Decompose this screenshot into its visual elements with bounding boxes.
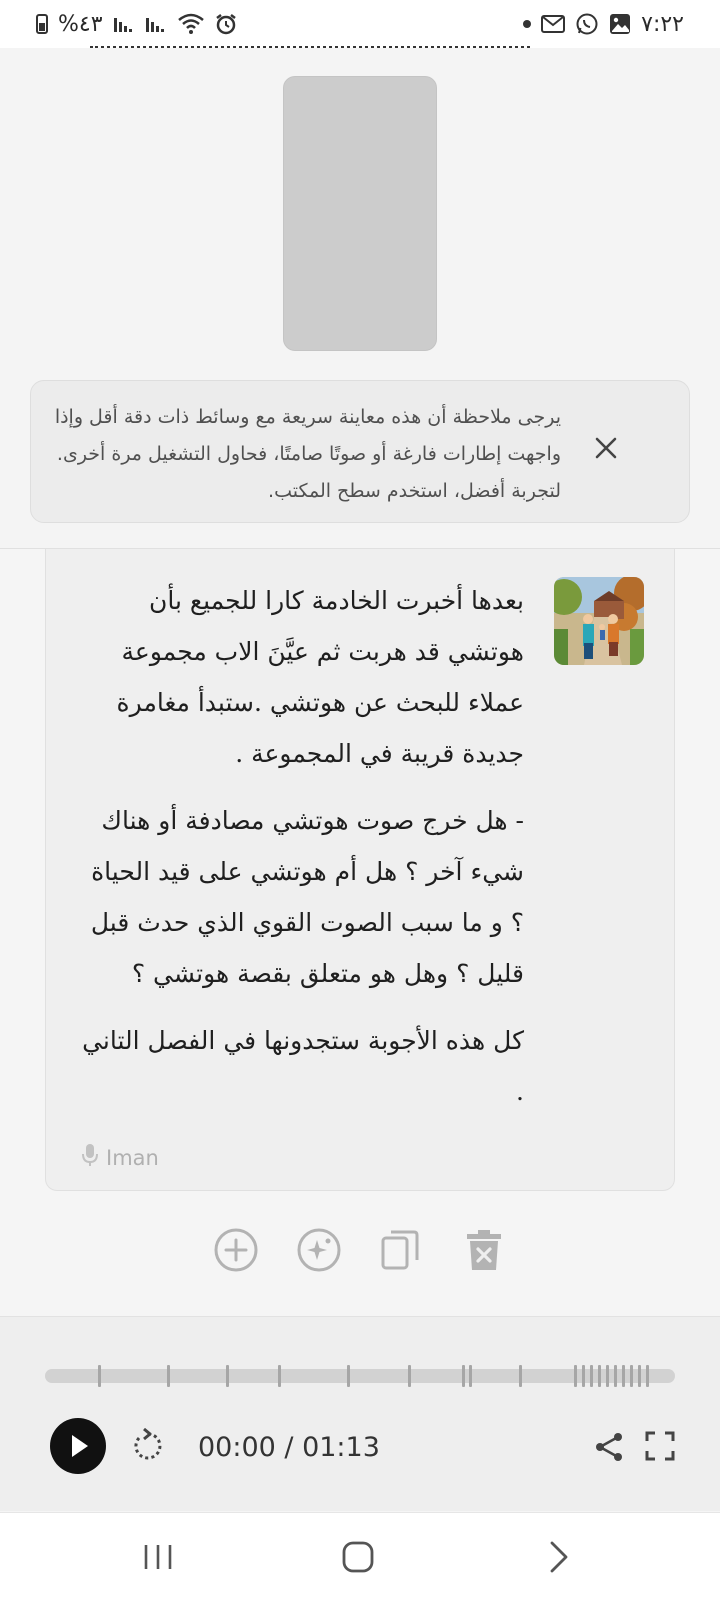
gmail-icon [541, 14, 566, 34]
status-right: ٧:٢٢ [523, 12, 684, 37]
chapter-marker [347, 1365, 350, 1387]
magic-sparkle-icon[interactable] [295, 1226, 343, 1274]
chapter-marker [598, 1365, 601, 1387]
notification-dot-icon [523, 20, 532, 28]
battery-icon [36, 14, 48, 34]
recent-apps-icon[interactable] [138, 1537, 178, 1577]
story-paragraph-3: كل هذه الأجوبة ستجدونها في الفصل التاني … [82, 1026, 524, 1106]
microphone-icon [82, 1143, 98, 1172]
media-placeholder [283, 76, 437, 351]
chapter-marker [462, 1365, 465, 1387]
chapter-marker [590, 1365, 593, 1387]
chapter-marker [167, 1365, 170, 1387]
preview-notice: يرجى ملاحظة أن هذه معاينة سريعة مع وسائط… [30, 380, 690, 523]
chapter-marker [622, 1365, 625, 1387]
fullscreen-icon[interactable] [644, 1430, 676, 1462]
back-icon[interactable] [538, 1537, 578, 1577]
progress-track[interactable] [45, 1365, 675, 1387]
signal-icon [113, 14, 135, 34]
battery-level: %٤٣ [58, 11, 103, 37]
narrator-name: Iman [106, 1145, 159, 1170]
replay-button[interactable] [130, 1427, 166, 1464]
delete-icon[interactable] [460, 1226, 508, 1274]
chapter-marker [574, 1365, 577, 1387]
alarm-icon [215, 13, 237, 35]
story-card: بعدها أخبرت الخادمة كارا للجميع بأن هوتش… [45, 549, 675, 1191]
replay-icon [134, 1427, 162, 1460]
chapter-marker [638, 1365, 641, 1387]
signal-icon-2 [145, 14, 167, 34]
navigation-bar [0, 1512, 720, 1601]
chapter-marker [519, 1365, 522, 1387]
play-icon [72, 1435, 88, 1457]
action-row [0, 1226, 720, 1276]
narrator: Iman [82, 1143, 159, 1172]
gallery-icon [609, 13, 631, 35]
preview-area: يرجى ملاحظة أن هذه معاينة سريعة مع وسائط… [0, 48, 720, 548]
whatsapp-icon [575, 12, 599, 36]
chapter-marker [630, 1365, 633, 1387]
chapter-marker [98, 1365, 101, 1387]
notice-text: يرجى ملاحظة أن هذه معاينة سريعة مع وسائط… [54, 406, 561, 502]
share-icon[interactable] [592, 1430, 626, 1464]
chapter-marker [469, 1365, 472, 1387]
chapter-marker [646, 1365, 649, 1387]
audio-player: 00:00 / 01:13 [0, 1316, 720, 1511]
chapter-marker [408, 1365, 411, 1387]
status-left: %٤٣ [36, 12, 237, 37]
story-paragraph-1: بعدها أخبرت الخادمة كارا للجميع بأن هوتش… [116, 586, 524, 768]
wifi-icon [177, 13, 205, 35]
chapter-marker [226, 1365, 229, 1387]
status-bar: %٤٣ ٧:٢٢ [0, 0, 720, 48]
play-button[interactable] [50, 1418, 106, 1474]
chapter-marker [278, 1365, 281, 1387]
chapter-marker [606, 1365, 609, 1387]
clock: ٧:٢٢ [641, 11, 684, 37]
chapter-marker [582, 1365, 585, 1387]
story-text: بعدها أخبرت الخادمة كارا للجميع بأن هوتش… [74, 575, 524, 1133]
time-display: 00:00 / 01:13 [198, 1432, 380, 1463]
add-circle-icon[interactable] [212, 1226, 260, 1274]
chapter-marker [614, 1365, 617, 1387]
story-thumbnail[interactable] [554, 577, 644, 665]
story-paragraph-2: - هل خرج صوت هوتشي مصادفة أو هناك شيء آخ… [90, 806, 524, 988]
copy-icon[interactable] [376, 1226, 424, 1274]
close-icon[interactable] [591, 433, 621, 463]
home-icon[interactable] [338, 1537, 378, 1577]
